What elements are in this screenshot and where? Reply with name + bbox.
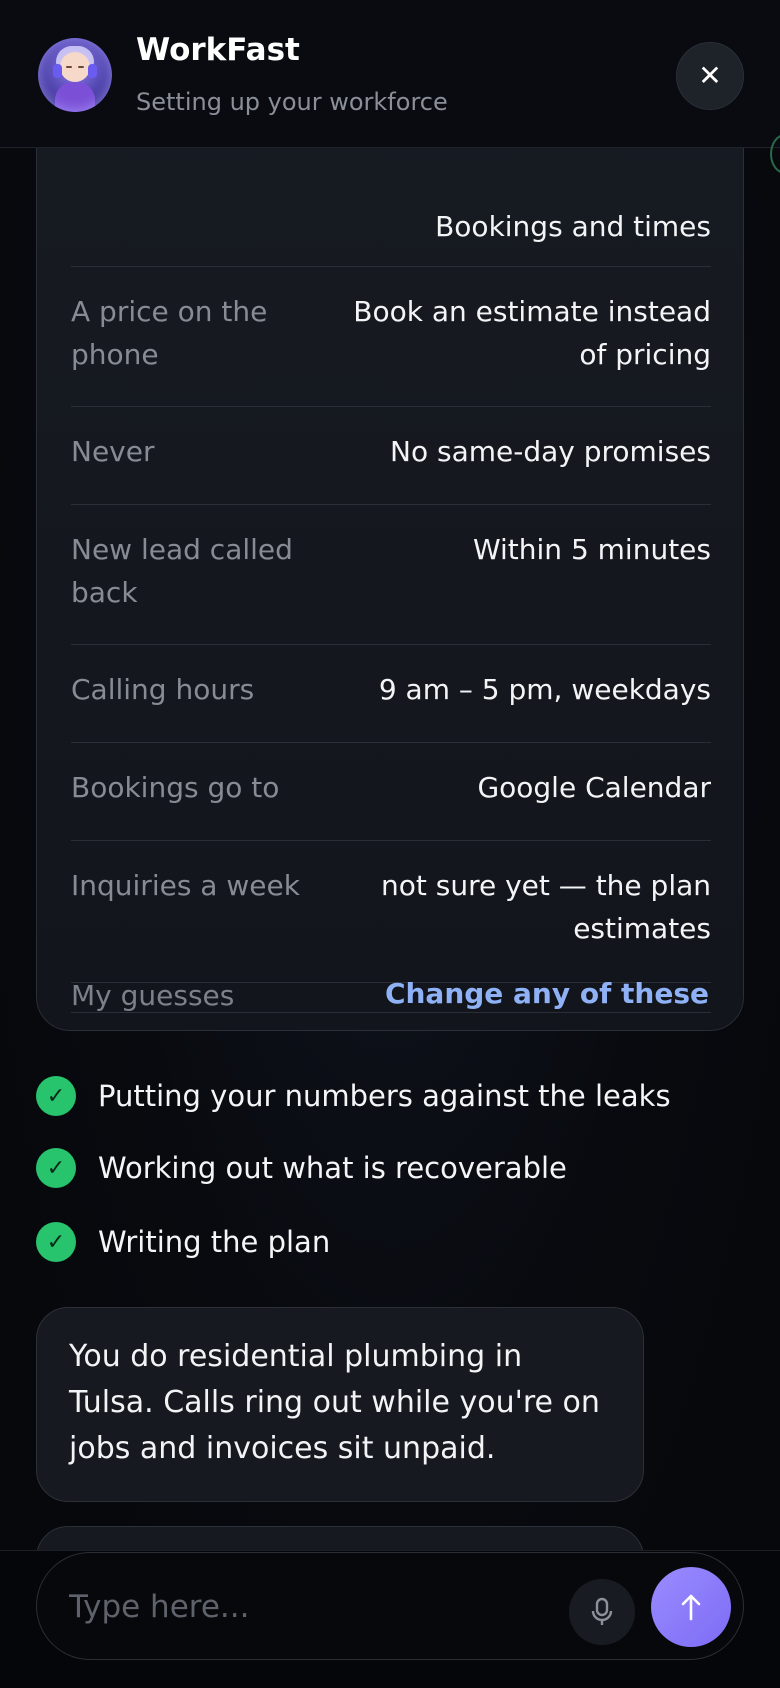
summary-row: Inquiries a week not sure yet — the plan… <box>71 841 711 983</box>
change-guesses-link[interactable]: Change any of these <box>385 977 709 1010</box>
summary-row: A price on the phone Book an estimate in… <box>71 267 711 407</box>
summary-row-value: Book an estimate instead of pricing <box>353 295 711 371</box>
progress-step-label: Writing the plan <box>98 1225 331 1259</box>
summary-row-value: not sure yet — the plan estimates <box>381 869 711 945</box>
check-icon: ✓ <box>36 1076 76 1116</box>
summary-card: Bookings and times A price on the phone … <box>36 60 744 1031</box>
composer <box>36 1552 744 1660</box>
summary-row: Bookings go to Google Calendar <box>71 743 711 841</box>
assistant-avatar <box>38 38 112 112</box>
summary-row-value: No same-day promises <box>390 435 711 468</box>
progress-step-label: Putting your numbers against the leaks <box>98 1079 671 1113</box>
microphone-icon <box>591 1597 613 1625</box>
summary-row-label: New lead called back <box>71 533 293 609</box>
guesses-label: My guesses <box>71 979 235 1012</box>
assistant-message: You do residential plumbing in Tulsa. Ca… <box>36 1307 644 1502</box>
summary-row-label: A price on the phone <box>71 295 268 371</box>
message-input[interactable] <box>69 1579 569 1635</box>
app-title: WorkFast <box>136 32 300 68</box>
check-icon: ✓ <box>36 1222 76 1262</box>
arrow-up-icon <box>681 1594 701 1621</box>
close-icon: ✕ <box>698 59 722 92</box>
check-icon: ✓ <box>36 1148 76 1188</box>
app-header: WorkFast Setting up your workforce ✕ <box>0 0 780 148</box>
close-button[interactable]: ✕ <box>676 42 744 110</box>
summary-row: New lead called back Within 5 minutes <box>71 505 711 645</box>
summary-row-label: Inquiries a week <box>71 869 300 902</box>
send-button[interactable] <box>651 1567 731 1647</box>
summary-row-value: Bookings and times <box>435 210 711 243</box>
progress-step-label: Working out what is recoverable <box>98 1151 567 1185</box>
summary-row: Bookings and times <box>71 131 711 267</box>
summary-row-label: Bookings go to <box>71 771 280 804</box>
summary-row-label: Never <box>71 435 155 468</box>
summary-row: Never No same-day promises <box>71 407 711 505</box>
summary-row-label: Calling hours <box>71 673 255 706</box>
microphone-button[interactable] <box>569 1579 635 1645</box>
summary-row-value: Within 5 minutes <box>472 533 711 566</box>
app-subtitle: Setting up your workforce <box>136 88 448 116</box>
summary-row-value: 9 am – 5 pm, weekdays <box>378 673 711 706</box>
summary-row-value: Google Calendar <box>477 771 711 804</box>
summary-row: Calling hours 9 am – 5 pm, weekdays <box>71 645 711 743</box>
